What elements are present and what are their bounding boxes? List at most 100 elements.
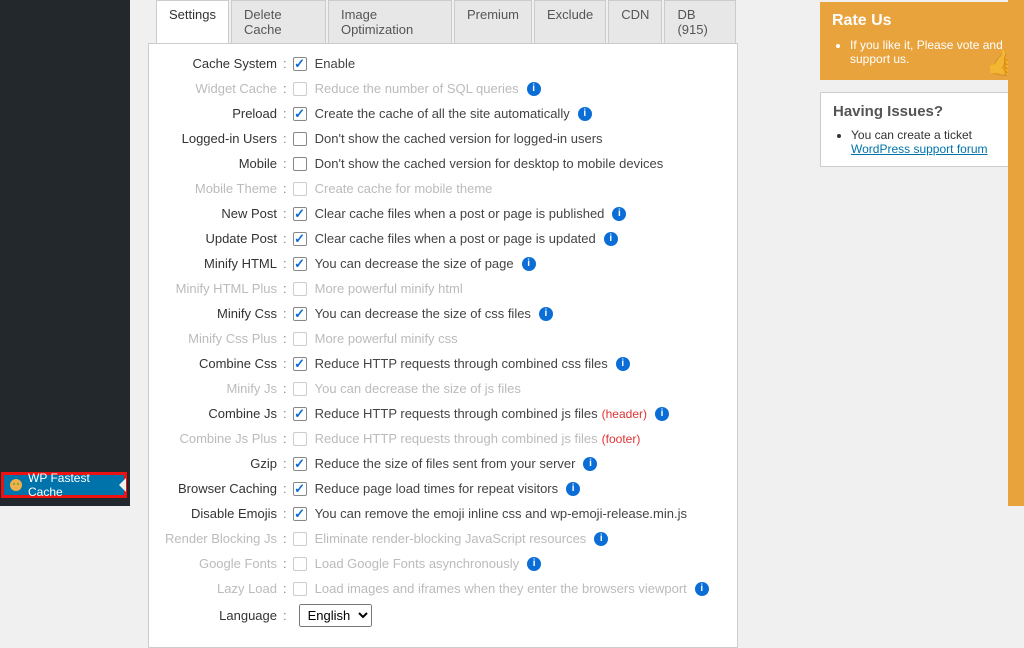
info-icon[interactable]: i	[616, 357, 630, 371]
checkbox-disable-emojis[interactable]	[293, 507, 307, 521]
issues-text: You can create a ticket WordPress suppor…	[851, 128, 1007, 156]
checkbox-google-fonts[interactable]	[293, 557, 307, 571]
setting-label: Cache System	[163, 57, 281, 70]
setting-desc: Reduce page load times for repeat visito…	[315, 482, 559, 495]
settings-form: Cache System:EnableWidget Cache:Reduce t…	[148, 43, 738, 648]
info-icon[interactable]: i	[527, 82, 541, 96]
setting-row-update-post: Update Post:Clear cache files when a pos…	[163, 229, 723, 248]
setting-label: Browser Caching	[163, 482, 281, 495]
checkbox-logged-in[interactable]	[293, 132, 307, 146]
having-issues-box: Having Issues? You can create a ticket W…	[820, 92, 1020, 167]
checkbox-mobile[interactable]	[293, 157, 307, 171]
info-icon[interactable]: i	[604, 232, 618, 246]
rate-us-box: Rate Us If you like it, Please vote and …	[820, 2, 1020, 80]
checkbox-minify-html[interactable]	[293, 257, 307, 271]
setting-desc: More powerful minify html	[315, 282, 463, 295]
checkbox-cache-system[interactable]	[293, 57, 307, 71]
checkbox-combine-js[interactable]	[293, 407, 307, 421]
checkbox-minify-html-plus[interactable]	[293, 282, 307, 296]
tab-settings[interactable]: Settings	[156, 0, 229, 43]
info-icon[interactable]: i	[655, 407, 669, 421]
setting-label: New Post	[163, 207, 281, 220]
info-icon[interactable]: i	[522, 257, 536, 271]
setting-label: Minify HTML Plus	[163, 282, 281, 295]
setting-label: Logged-in Users	[163, 132, 281, 145]
right-edge-strip	[1008, 0, 1024, 506]
content-wrap: SettingsDelete CacheImage OptimizationPr…	[130, 0, 1024, 506]
checkbox-combine-css[interactable]	[293, 357, 307, 371]
tab-delete-cache[interactable]: Delete Cache	[231, 0, 326, 43]
support-forum-link[interactable]: WordPress support forum	[851, 142, 988, 156]
setting-row-minify-html: Minify HTML:You can decrease the size of…	[163, 254, 723, 273]
setting-row-cache-system: Cache System:Enable	[163, 54, 723, 73]
setting-desc: You can decrease the size of js files	[315, 382, 521, 395]
setting-row-lazy-load: Lazy Load:Load images and iframes when t…	[163, 579, 723, 598]
info-icon[interactable]: i	[594, 532, 608, 546]
sidebar-item-label: WP Fastest Cache	[28, 471, 124, 499]
setting-row-disable-emojis: Disable Emojis:You can remove the emoji …	[163, 504, 723, 523]
language-select[interactable]: English	[299, 604, 372, 627]
chevron-left-icon	[119, 478, 126, 492]
setting-label: Combine Js Plus	[163, 432, 281, 445]
tab-exclude[interactable]: Exclude	[534, 0, 606, 43]
tab-premium[interactable]: Premium	[454, 0, 532, 43]
info-icon[interactable]: i	[539, 307, 553, 321]
setting-desc: Reduce HTTP requests through combined js…	[315, 407, 598, 420]
setting-desc: Load images and iframes when they enter …	[315, 582, 687, 595]
checkbox-update-post[interactable]	[293, 232, 307, 246]
setting-label: Gzip	[163, 457, 281, 470]
issues-title: Having Issues?	[833, 103, 1007, 120]
checkbox-combine-js-plus[interactable]	[293, 432, 307, 446]
setting-label: Google Fonts	[163, 557, 281, 570]
tab-db-915-[interactable]: DB (915)	[664, 0, 736, 43]
setting-row-minify-css: Minify Css:You can decrease the size of …	[163, 304, 723, 323]
setting-desc: Clear cache files when a post or page is…	[315, 207, 605, 220]
checkbox-mobile-theme[interactable]	[293, 182, 307, 196]
sidebar-item-wp-fastest-cache[interactable]: WP Fastest Cache	[1, 472, 127, 498]
setting-desc: Enable	[315, 57, 355, 70]
setting-label: Minify Js	[163, 382, 281, 395]
info-icon[interactable]: i	[695, 582, 709, 596]
info-icon[interactable]: i	[566, 482, 580, 496]
info-icon[interactable]: i	[583, 457, 597, 471]
setting-desc: Reduce HTTP requests through combined cs…	[315, 357, 608, 370]
setting-row-logged-in: Logged-in Users:Don't show the cached ve…	[163, 129, 723, 148]
checkbox-minify-js[interactable]	[293, 382, 307, 396]
setting-row-render-blocking: Render Blocking Js:Eliminate render-bloc…	[163, 529, 723, 548]
setting-row-mobile: Mobile:Don't show the cached version for…	[163, 154, 723, 173]
setting-row-preload: Preload:Create the cache of all the site…	[163, 104, 723, 123]
setting-label: Language	[163, 609, 281, 622]
info-icon[interactable]: i	[578, 107, 592, 121]
checkbox-render-blocking[interactable]	[293, 532, 307, 546]
setting-label: Widget Cache	[163, 82, 281, 95]
cheetah-icon	[8, 477, 24, 493]
checkbox-gzip[interactable]	[293, 457, 307, 471]
checkbox-minify-css[interactable]	[293, 307, 307, 321]
tab-image-optimization[interactable]: Image Optimization	[328, 0, 452, 43]
checkbox-lazy-load[interactable]	[293, 582, 307, 596]
setting-row-minify-html-plus: Minify HTML Plus:More powerful minify ht…	[163, 279, 723, 298]
tab-cdn[interactable]: CDN	[608, 0, 662, 43]
setting-desc: Don't show the cached version for logged…	[315, 132, 603, 145]
setting-label: Combine Js	[163, 407, 281, 420]
checkbox-preload[interactable]	[293, 107, 307, 121]
checkbox-widget-cache[interactable]	[293, 82, 307, 96]
setting-label: Preload	[163, 107, 281, 120]
setting-desc: Clear cache files when a post or page is…	[315, 232, 596, 245]
checkbox-browser-caching[interactable]	[293, 482, 307, 496]
checkbox-minify-css-plus[interactable]	[293, 332, 307, 346]
info-icon[interactable]: i	[527, 557, 541, 571]
checkbox-new-post[interactable]	[293, 207, 307, 221]
setting-label: Update Post	[163, 232, 281, 245]
setting-row-gzip: Gzip:Reduce the size of files sent from …	[163, 454, 723, 473]
setting-desc: You can decrease the size of page	[315, 257, 514, 270]
info-icon[interactable]: i	[612, 207, 626, 221]
setting-row-google-fonts: Google Fonts:Load Google Fonts asynchron…	[163, 554, 723, 573]
rate-us-title: Rate Us	[832, 12, 1008, 30]
setting-row-minify-css-plus: Minify Css Plus:More powerful minify css	[163, 329, 723, 348]
wp-admin-sidebar: WP Fastest Cache	[0, 0, 130, 506]
setting-label: Lazy Load	[163, 582, 281, 595]
setting-row-language: Language:English	[163, 604, 723, 627]
setting-row-mobile-theme: Mobile Theme:Create cache for mobile the…	[163, 179, 723, 198]
setting-desc: Reduce the size of files sent from your …	[315, 457, 576, 470]
